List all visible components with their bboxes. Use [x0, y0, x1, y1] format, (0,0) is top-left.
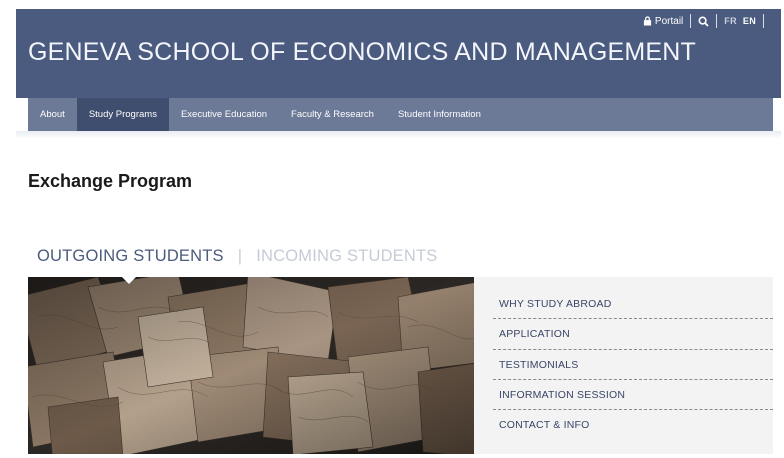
main-nav: About Study Programs Executive Education…	[28, 98, 773, 131]
tab-incoming-students[interactable]: INCOMING STUDENTS	[256, 247, 437, 266]
side-menu-contact-info[interactable]: CONTACT & INFO	[493, 410, 773, 440]
active-tab-pointer	[122, 277, 136, 284]
hero-maps-image	[28, 277, 474, 454]
tab-outgoing-students[interactable]: OUTGOING STUDENTS	[37, 247, 224, 266]
site-header: Portail FR EN GENEVA SCHOOL OF ECONOMICS…	[16, 9, 781, 98]
student-tabs: OUTGOING STUDENTS | INCOMING STUDENTS	[37, 247, 437, 266]
nav-item-faculty-research[interactable]: Faculty & Research	[279, 98, 386, 131]
side-menu: WHY STUDY ABROAD APPLICATION TESTIMONIAL…	[474, 277, 773, 454]
maps-illustration	[28, 277, 474, 454]
tab-separator: |	[237, 247, 243, 265]
utility-bar: Portail FR EN	[643, 13, 771, 29]
language-fr[interactable]: FR	[724, 16, 737, 26]
nav-item-study-programs[interactable]: Study Programs	[76, 98, 169, 131]
nav-item-executive-education[interactable]: Executive Education	[169, 98, 279, 131]
side-menu-application[interactable]: APPLICATION	[493, 319, 773, 350]
utility-divider	[716, 14, 718, 28]
portal-link[interactable]: Portail	[643, 16, 683, 27]
portal-label: Portail	[654, 15, 684, 27]
utility-divider	[763, 14, 764, 28]
page-title: Exchange Program	[28, 171, 193, 191]
side-menu-testimonials[interactable]: TESTIMONIALS	[493, 350, 773, 380]
side-menu-information-session[interactable]: INFORMATION SESSION	[493, 380, 773, 411]
language-en[interactable]: EN	[743, 16, 756, 26]
nav-item-about[interactable]: About	[28, 98, 77, 131]
side-menu-why-study-abroad[interactable]: WHY STUDY ABROAD	[493, 289, 773, 320]
page: Portail FR EN GENEVA SCHOOL OF ECONOMICS…	[16, 9, 781, 454]
site-title[interactable]: GENEVA SCHOOL OF ECONOMICS AND MANAGEMEN…	[28, 38, 696, 67]
search-icon[interactable]	[698, 15, 709, 27]
utility-divider	[690, 14, 692, 28]
nav-item-student-information[interactable]: Student Information	[386, 98, 493, 131]
lock-icon	[643, 16, 652, 26]
nav-shadow	[16, 131, 781, 139]
